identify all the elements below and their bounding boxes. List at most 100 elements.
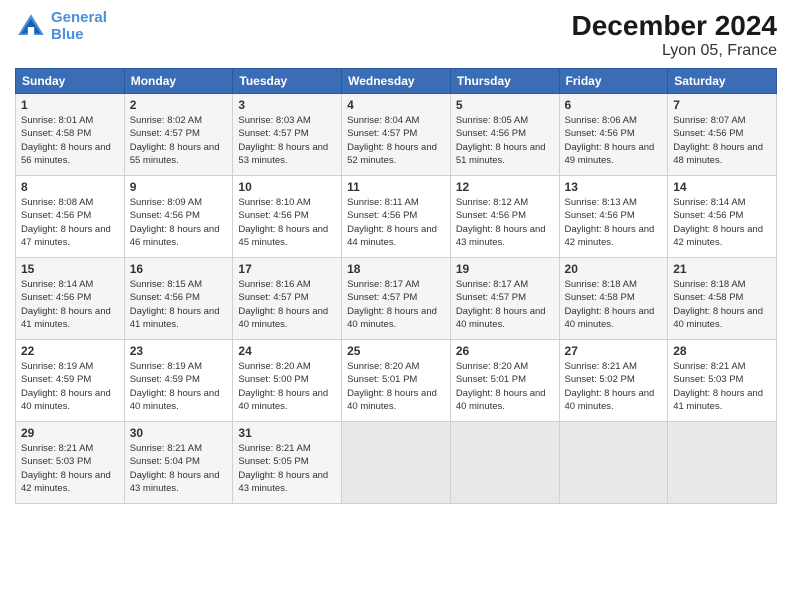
day-cell-6: 6 Sunrise: 8:06 AMSunset: 4:56 PMDayligh… — [559, 94, 668, 176]
day-cell-7: 7 Sunrise: 8:07 AMSunset: 4:56 PMDayligh… — [668, 94, 777, 176]
day-info: Sunrise: 8:21 AMSunset: 5:05 PMDaylight:… — [238, 443, 328, 494]
day-info: Sunrise: 8:04 AMSunset: 4:57 PMDaylight:… — [347, 115, 437, 166]
day-info: Sunrise: 8:21 AMSunset: 5:03 PMDaylight:… — [673, 361, 763, 412]
day-info: Sunrise: 8:09 AMSunset: 4:56 PMDaylight:… — [130, 197, 220, 248]
day-number: 24 — [238, 344, 336, 358]
empty-cell — [668, 422, 777, 504]
day-number: 23 — [130, 344, 228, 358]
empty-cell — [342, 422, 451, 504]
day-cell-4: 4 Sunrise: 8:04 AMSunset: 4:57 PMDayligh… — [342, 94, 451, 176]
header-sunday: Sunday — [16, 69, 125, 94]
day-info: Sunrise: 8:19 AMSunset: 4:59 PMDaylight:… — [130, 361, 220, 412]
calendar-row-0: 1 Sunrise: 8:01 AMSunset: 4:58 PMDayligh… — [16, 94, 777, 176]
day-info: Sunrise: 8:16 AMSunset: 4:57 PMDaylight:… — [238, 279, 328, 330]
day-cell-2: 2 Sunrise: 8:02 AMSunset: 4:57 PMDayligh… — [124, 94, 233, 176]
day-cell-13: 13 Sunrise: 8:13 AMSunset: 4:56 PMDaylig… — [559, 176, 668, 258]
day-number: 5 — [456, 98, 554, 112]
day-info: Sunrise: 8:14 AMSunset: 4:56 PMDaylight:… — [673, 197, 763, 248]
header-tuesday: Tuesday — [233, 69, 342, 94]
day-info: Sunrise: 8:19 AMSunset: 4:59 PMDaylight:… — [21, 361, 111, 412]
day-cell-29: 29 Sunrise: 8:21 AMSunset: 5:03 PMDaylig… — [16, 422, 125, 504]
day-cell-27: 27 Sunrise: 8:21 AMSunset: 5:02 PMDaylig… — [559, 340, 668, 422]
day-cell-30: 30 Sunrise: 8:21 AMSunset: 5:04 PMDaylig… — [124, 422, 233, 504]
day-number: 29 — [21, 426, 119, 440]
day-cell-28: 28 Sunrise: 8:21 AMSunset: 5:03 PMDaylig… — [668, 340, 777, 422]
day-cell-5: 5 Sunrise: 8:05 AMSunset: 4:56 PMDayligh… — [450, 94, 559, 176]
day-number: 19 — [456, 262, 554, 276]
day-number: 21 — [673, 262, 771, 276]
calendar-subtitle: Lyon 05, France — [572, 42, 777, 60]
day-cell-21: 21 Sunrise: 8:18 AMSunset: 4:58 PMDaylig… — [668, 258, 777, 340]
day-number: 31 — [238, 426, 336, 440]
day-number: 27 — [565, 344, 663, 358]
title-block: December 2024 Lyon 05, France — [572, 10, 777, 60]
day-number: 28 — [673, 344, 771, 358]
day-info: Sunrise: 8:21 AMSunset: 5:03 PMDaylight:… — [21, 443, 111, 494]
calendar-table: Sunday Monday Tuesday Wednesday Thursday… — [15, 68, 777, 504]
day-info: Sunrise: 8:15 AMSunset: 4:56 PMDaylight:… — [130, 279, 220, 330]
day-number: 6 — [565, 98, 663, 112]
day-info: Sunrise: 8:08 AMSunset: 4:56 PMDaylight:… — [21, 197, 111, 248]
day-cell-15: 15 Sunrise: 8:14 AMSunset: 4:56 PMDaylig… — [16, 258, 125, 340]
day-info: Sunrise: 8:18 AMSunset: 4:58 PMDaylight:… — [565, 279, 655, 330]
day-cell-20: 20 Sunrise: 8:18 AMSunset: 4:58 PMDaylig… — [559, 258, 668, 340]
day-number: 3 — [238, 98, 336, 112]
empty-cell — [450, 422, 559, 504]
day-info: Sunrise: 8:12 AMSunset: 4:56 PMDaylight:… — [456, 197, 546, 248]
day-number: 25 — [347, 344, 445, 358]
day-number: 26 — [456, 344, 554, 358]
day-info: Sunrise: 8:06 AMSunset: 4:56 PMDaylight:… — [565, 115, 655, 166]
day-info: Sunrise: 8:20 AMSunset: 5:01 PMDaylight:… — [347, 361, 437, 412]
day-cell-22: 22 Sunrise: 8:19 AMSunset: 4:59 PMDaylig… — [16, 340, 125, 422]
day-info: Sunrise: 8:10 AMSunset: 4:56 PMDaylight:… — [238, 197, 328, 248]
weekday-header-row: Sunday Monday Tuesday Wednesday Thursday… — [16, 69, 777, 94]
day-cell-9: 9 Sunrise: 8:09 AMSunset: 4:56 PMDayligh… — [124, 176, 233, 258]
header-saturday: Saturday — [668, 69, 777, 94]
empty-cell — [559, 422, 668, 504]
logo-line1: General — [51, 9, 107, 26]
day-cell-24: 24 Sunrise: 8:20 AMSunset: 5:00 PMDaylig… — [233, 340, 342, 422]
day-number: 7 — [673, 98, 771, 112]
calendar-row-2: 15 Sunrise: 8:14 AMSunset: 4:56 PMDaylig… — [16, 258, 777, 340]
day-number: 2 — [130, 98, 228, 112]
logo-icon — [15, 11, 47, 43]
day-info: Sunrise: 8:14 AMSunset: 4:56 PMDaylight:… — [21, 279, 111, 330]
day-cell-17: 17 Sunrise: 8:16 AMSunset: 4:57 PMDaylig… — [233, 258, 342, 340]
calendar-row-3: 22 Sunrise: 8:19 AMSunset: 4:59 PMDaylig… — [16, 340, 777, 422]
day-info: Sunrise: 8:02 AMSunset: 4:57 PMDaylight:… — [130, 115, 220, 166]
day-cell-1: 1 Sunrise: 8:01 AMSunset: 4:58 PMDayligh… — [16, 94, 125, 176]
calendar-row-1: 8 Sunrise: 8:08 AMSunset: 4:56 PMDayligh… — [16, 176, 777, 258]
day-cell-19: 19 Sunrise: 8:17 AMSunset: 4:57 PMDaylig… — [450, 258, 559, 340]
day-number: 18 — [347, 262, 445, 276]
day-info: Sunrise: 8:13 AMSunset: 4:56 PMDaylight:… — [565, 197, 655, 248]
day-number: 12 — [456, 180, 554, 194]
day-number: 20 — [565, 262, 663, 276]
day-info: Sunrise: 8:18 AMSunset: 4:58 PMDaylight:… — [673, 279, 763, 330]
day-cell-18: 18 Sunrise: 8:17 AMSunset: 4:57 PMDaylig… — [342, 258, 451, 340]
day-number: 22 — [21, 344, 119, 358]
day-info: Sunrise: 8:05 AMSunset: 4:56 PMDaylight:… — [456, 115, 546, 166]
day-number: 11 — [347, 180, 445, 194]
day-cell-25: 25 Sunrise: 8:20 AMSunset: 5:01 PMDaylig… — [342, 340, 451, 422]
day-number: 10 — [238, 180, 336, 194]
day-info: Sunrise: 8:01 AMSunset: 4:58 PMDaylight:… — [21, 115, 111, 166]
day-cell-26: 26 Sunrise: 8:20 AMSunset: 5:01 PMDaylig… — [450, 340, 559, 422]
day-number: 14 — [673, 180, 771, 194]
page: General Blue December 2024 Lyon 05, Fran… — [0, 0, 792, 612]
day-number: 16 — [130, 262, 228, 276]
day-info: Sunrise: 8:20 AMSunset: 5:01 PMDaylight:… — [456, 361, 546, 412]
day-number: 13 — [565, 180, 663, 194]
calendar-row-4: 29 Sunrise: 8:21 AMSunset: 5:03 PMDaylig… — [16, 422, 777, 504]
day-cell-10: 10 Sunrise: 8:10 AMSunset: 4:56 PMDaylig… — [233, 176, 342, 258]
header-thursday: Thursday — [450, 69, 559, 94]
logo-line2: Blue — [51, 26, 84, 43]
day-cell-12: 12 Sunrise: 8:12 AMSunset: 4:56 PMDaylig… — [450, 176, 559, 258]
day-cell-14: 14 Sunrise: 8:14 AMSunset: 4:56 PMDaylig… — [668, 176, 777, 258]
day-number: 8 — [21, 180, 119, 194]
calendar-title: December 2024 — [572, 10, 777, 42]
logo: General Blue — [15, 10, 107, 43]
day-cell-8: 8 Sunrise: 8:08 AMSunset: 4:56 PMDayligh… — [16, 176, 125, 258]
day-info: Sunrise: 8:21 AMSunset: 5:02 PMDaylight:… — [565, 361, 655, 412]
day-number: 30 — [130, 426, 228, 440]
day-info: Sunrise: 8:21 AMSunset: 5:04 PMDaylight:… — [130, 443, 220, 494]
